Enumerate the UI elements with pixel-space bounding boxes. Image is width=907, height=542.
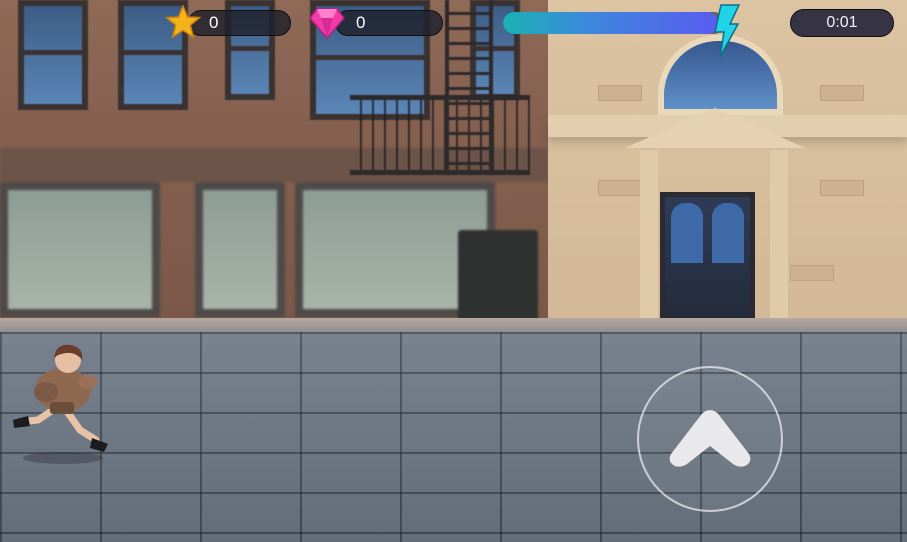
wall-panel [598,85,642,101]
lightning-bolt-icon [714,4,740,58]
storefront-window [195,182,285,317]
fire-escape [350,95,530,175]
building-window [18,0,88,110]
star-counter: 0 [188,10,291,36]
storefront-window [0,182,160,317]
wall-panel [820,85,864,101]
timer-text: 0:01 [826,14,858,31]
energy-bar-fill [503,12,719,34]
elapsed-timer: 0:01 [790,9,894,37]
jump-button[interactable] [637,366,783,512]
gem-icon [309,8,345,39]
door-column [640,150,658,325]
runner-character [13,344,108,464]
chevron-up-icon [669,410,751,467]
wall-panel [598,180,642,196]
door-column [770,150,788,325]
fire-escape-ladder [445,0,493,170]
dumpster [458,230,538,325]
energy-bar [503,12,725,34]
wall-panel [790,265,834,281]
gem-counter: 0 [335,10,443,36]
wall-panel [820,180,864,196]
building-door [660,192,755,324]
star-icon [165,5,201,39]
